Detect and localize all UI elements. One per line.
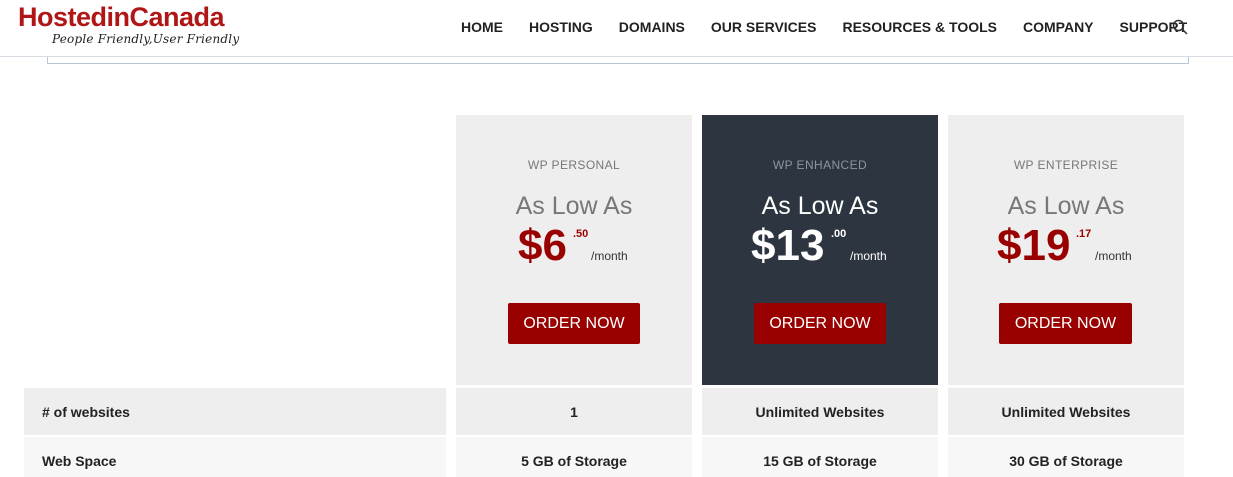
header-divider-strip — [47, 57, 1189, 64]
feature-label: # of websites — [24, 388, 446, 435]
price-cents: .17 — [1076, 228, 1092, 240]
as-low-as-label: As Low As — [1007, 192, 1125, 220]
price-dollars: $6 — [518, 221, 567, 270]
plan-price: $6 .50 /month — [456, 221, 692, 277]
plan-card-wp-enterprise: WP ENTERPRISE As Low As $19 .17 /month O… — [948, 115, 1184, 385]
feature-value-personal: 1 — [456, 388, 692, 435]
plan-card-wp-personal: WP PERSONAL As Low As $6 .50 /month ORDE… — [456, 115, 692, 385]
logo-part-hosted: Hosted — [18, 2, 107, 32]
price-cents: .50 — [573, 228, 589, 240]
plan-name: WP PERSONAL — [527, 158, 621, 172]
feature-value-personal: 5 GB of Storage — [456, 437, 692, 477]
price-period: /month — [1095, 249, 1132, 263]
price-period: /month — [591, 249, 628, 263]
nav-home[interactable]: HOME — [461, 18, 503, 36]
plan-name: WP ENTERPRISE — [1013, 158, 1119, 172]
plan-name: WP ENHANCED — [772, 158, 868, 172]
nav-resources-tools[interactable]: RESOURCES & TOOLS — [842, 18, 997, 36]
logo-wordmark: HostedinCanada — [18, 2, 239, 32]
feature-value-enhanced: Unlimited Websites — [702, 388, 938, 435]
nav-our-services[interactable]: OUR SERVICES — [711, 18, 817, 36]
feature-value-enterprise: 30 GB of Storage — [948, 437, 1184, 477]
price-dollars: $13 — [751, 221, 825, 270]
logo-part-in: in — [106, 2, 131, 32]
as-low-as-label: As Low As — [515, 192, 633, 220]
nav-hosting[interactable]: HOSTING — [529, 18, 593, 36]
feature-row-websites: # of websites 1 Unlimited Websites Unlim… — [0, 388, 1233, 435]
price-period: /month — [850, 249, 887, 263]
order-now-button[interactable]: ORDER NOW — [754, 303, 886, 344]
logo-part-canada: Canada — [129, 2, 225, 32]
nav-company[interactable]: COMPANY — [1023, 18, 1094, 36]
as-low-as-label: As Low As — [761, 192, 879, 220]
search-icon[interactable] — [1172, 19, 1188, 35]
nav-domains[interactable]: DOMAINS — [619, 18, 685, 36]
price-cents: .00 — [831, 228, 847, 240]
site-logo[interactable]: HostedinCanada People Friendly,User Frie… — [18, 2, 239, 46]
plan-card-wp-enhanced: WP ENHANCED As Low As $13 .00 /month ORD… — [702, 115, 938, 385]
plan-price: $13 .00 /month — [702, 221, 938, 277]
feature-label: Web Space — [24, 437, 446, 477]
plan-price: $19 .17 /month — [948, 221, 1184, 277]
price-dollars: $19 — [997, 221, 1071, 270]
logo-tagline: People Friendly,User Friendly — [52, 32, 240, 46]
order-now-button[interactable]: ORDER NOW — [508, 303, 640, 344]
main-nav: HOME HOSTING DOMAINS OUR SERVICES RESOUR… — [461, 18, 1213, 36]
order-now-button[interactable]: ORDER NOW — [999, 303, 1132, 344]
feature-row-web-space: Web Space 5 GB of Storage 15 GB of Stora… — [0, 437, 1233, 477]
feature-value-enhanced: 15 GB of Storage — [702, 437, 938, 477]
site-header: HostedinCanada People Friendly,User Frie… — [0, 0, 1233, 57]
feature-value-enterprise: Unlimited Websites — [948, 388, 1184, 435]
